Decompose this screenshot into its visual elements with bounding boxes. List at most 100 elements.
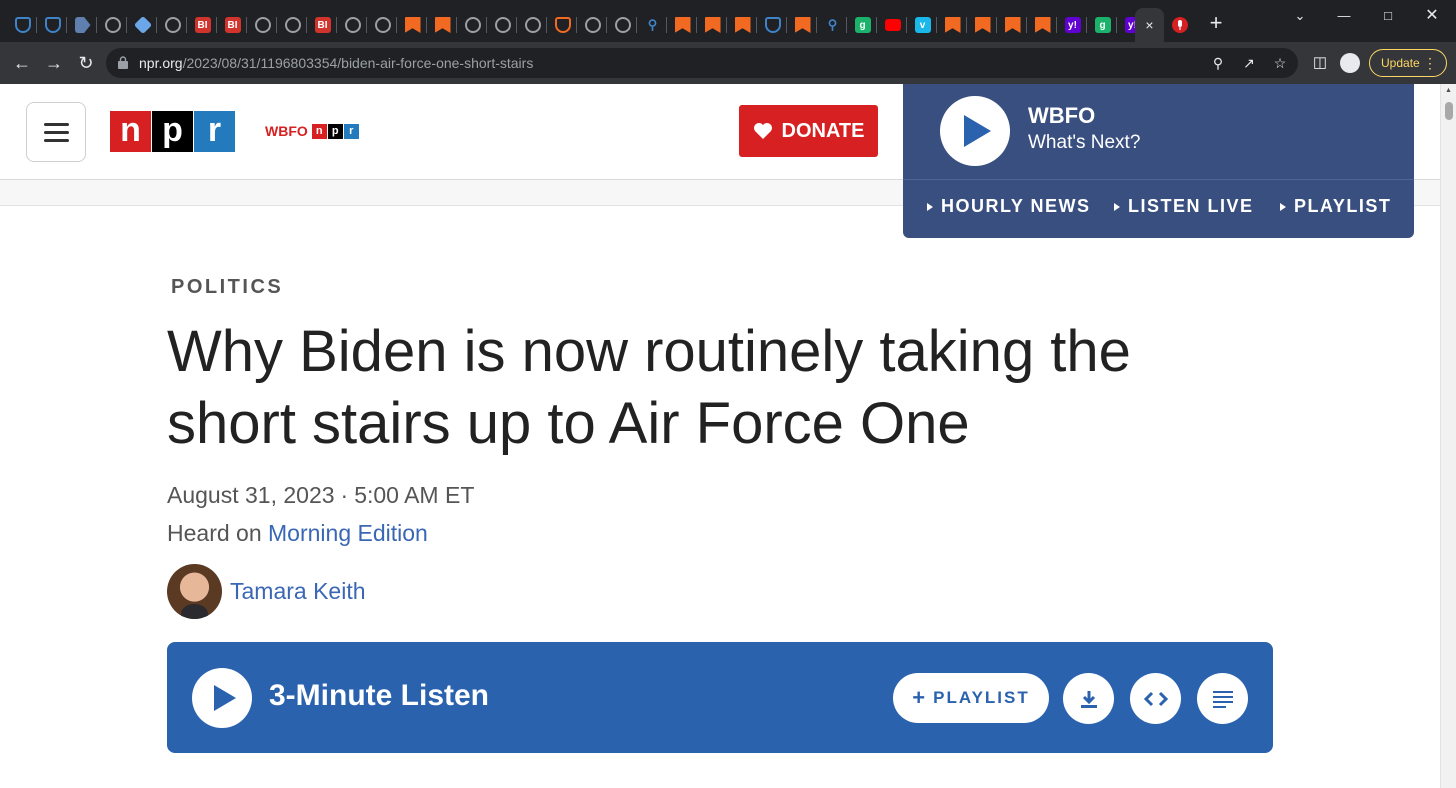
- forward-button[interactable]: →: [42, 51, 66, 75]
- tab-separator: [306, 17, 307, 33]
- tab-separator: [966, 17, 967, 33]
- address-bar[interactable]: npr.org/2023/08/31/1196803354/biden-air-…: [106, 48, 1298, 78]
- program-link[interactable]: Morning Edition: [268, 520, 428, 546]
- gem-icon: [133, 15, 152, 35]
- bookmark-icon: [974, 17, 991, 33]
- browser-tab[interactable]: [398, 8, 427, 42]
- transcript-icon: [1212, 690, 1233, 708]
- npr-logo[interactable]: n p r: [110, 111, 235, 152]
- scrollbar-thumb[interactable]: [1445, 102, 1453, 120]
- browser-tab[interactable]: [998, 8, 1027, 42]
- browser-tab[interactable]: [98, 8, 127, 42]
- browser-tab[interactable]: [698, 8, 727, 42]
- embed-button[interactable]: [1130, 673, 1181, 724]
- browser-tab[interactable]: g: [1088, 8, 1117, 42]
- tab-separator: [126, 17, 127, 33]
- hourly-news-link[interactable]: HOURLY NEWS: [927, 196, 1091, 217]
- tab-npr-one[interactable]: [1165, 8, 1194, 42]
- share-icon[interactable]: ↗: [1240, 54, 1258, 72]
- browser-tab[interactable]: [128, 8, 157, 42]
- audio-play-button[interactable]: [192, 668, 252, 728]
- browser-tab[interactable]: BI: [188, 8, 217, 42]
- browser-tab[interactable]: BI: [218, 8, 247, 42]
- bookmark-icon: [404, 17, 421, 33]
- heard-on: Heard on Morning Edition: [167, 520, 428, 546]
- browser-tab[interactable]: [518, 8, 547, 42]
- side-panel-icon[interactable]: ◫: [1310, 53, 1330, 73]
- browser-tab[interactable]: [158, 8, 187, 42]
- tab-separator: [426, 17, 427, 33]
- player-station: WBFO: [1028, 103, 1096, 128]
- globe-icon: [494, 17, 511, 33]
- update-button[interactable]: Update ⋮: [1369, 49, 1447, 77]
- maximize-button[interactable]: □: [1366, 6, 1410, 28]
- browser-tab[interactable]: [548, 8, 577, 42]
- browser-tab[interactable]: [488, 8, 517, 42]
- browser-tab[interactable]: ⚲: [818, 8, 847, 42]
- tab-separator: [336, 17, 337, 33]
- browser-tab[interactable]: [578, 8, 607, 42]
- minimize-window-button[interactable]: —: [1322, 6, 1366, 28]
- browser-tab[interactable]: g: [848, 8, 877, 42]
- live-play-button[interactable]: [940, 96, 1010, 166]
- author-avatar[interactable]: [167, 564, 222, 619]
- station-logo[interactable]: WBFO n p r: [265, 123, 360, 139]
- tab-separator: [66, 17, 67, 33]
- browser-tab[interactable]: [728, 8, 757, 42]
- zoom-icon[interactable]: ⚲: [1209, 54, 1227, 72]
- tab-separator: [726, 17, 727, 33]
- download-button[interactable]: [1063, 673, 1114, 724]
- add-to-playlist-button[interactable]: + PLAYLIST: [893, 673, 1049, 723]
- browser-tab[interactable]: [1028, 8, 1057, 42]
- browser-tab[interactable]: [38, 8, 67, 42]
- tab-separator: [636, 17, 637, 33]
- browser-tab[interactable]: [8, 8, 37, 42]
- bi-icon: BI: [224, 17, 241, 33]
- browser-tab[interactable]: [248, 8, 277, 42]
- scrollbar[interactable]: ▲: [1440, 84, 1456, 788]
- close-window-button[interactable]: ✕: [1410, 6, 1454, 28]
- browser-tab[interactable]: [338, 8, 367, 42]
- browser-tab[interactable]: ⚲: [638, 8, 667, 42]
- author-link[interactable]: Tamara Keith: [230, 578, 366, 605]
- profile-avatar-icon[interactable]: [1340, 53, 1360, 73]
- tab-separator: [486, 17, 487, 33]
- new-tab-button[interactable]: +: [1204, 12, 1228, 36]
- back-button[interactable]: ←: [10, 51, 34, 75]
- playlist-link[interactable]: PLAYLIST: [1280, 196, 1391, 217]
- minimize-button[interactable]: ⌄: [1278, 6, 1322, 28]
- browser-tab[interactable]: [368, 8, 397, 42]
- browser-tab[interactable]: y!: [1058, 8, 1087, 42]
- browser-tab[interactable]: BI: [308, 8, 337, 42]
- browser-tab[interactable]: [278, 8, 307, 42]
- section-label[interactable]: POLITICS: [171, 276, 283, 299]
- tab-separator: [936, 17, 937, 33]
- tab-separator: [216, 17, 217, 33]
- tab-active[interactable]: ×: [1135, 8, 1164, 42]
- browser-tab[interactable]: [758, 8, 787, 42]
- browser-tab[interactable]: [458, 8, 487, 42]
- bookmark-star-icon[interactable]: ☆: [1271, 54, 1289, 72]
- listen-live-link[interactable]: LISTEN LIVE: [1114, 196, 1254, 217]
- browser-tab[interactable]: [68, 8, 97, 42]
- transcript-button[interactable]: [1197, 673, 1248, 724]
- menu-button[interactable]: [26, 102, 86, 162]
- byline: Tamara Keith: [167, 564, 366, 619]
- audio-player-bar: 3-Minute Listen + PLAYLIST: [167, 642, 1273, 753]
- play-arrow-icon: [1114, 202, 1120, 211]
- browser-tab[interactable]: [968, 8, 997, 42]
- close-tab-icon[interactable]: ×: [1145, 17, 1153, 33]
- globe-icon: [524, 17, 541, 33]
- donate-button[interactable]: DONATE: [739, 105, 878, 157]
- browser-tab[interactable]: [608, 8, 637, 42]
- reload-button[interactable]: ↻: [74, 51, 98, 75]
- browser-tab[interactable]: [878, 8, 907, 42]
- browser-tab[interactable]: [938, 8, 967, 42]
- scroll-up-icon[interactable]: ▲: [1445, 87, 1452, 94]
- browser-tab[interactable]: [428, 8, 457, 42]
- bookmark-icon: [674, 17, 691, 33]
- browser-tab[interactable]: v: [908, 8, 937, 42]
- browser-tab[interactable]: [668, 8, 697, 42]
- browser-tab[interactable]: [788, 8, 817, 42]
- tab-separator: [906, 17, 907, 33]
